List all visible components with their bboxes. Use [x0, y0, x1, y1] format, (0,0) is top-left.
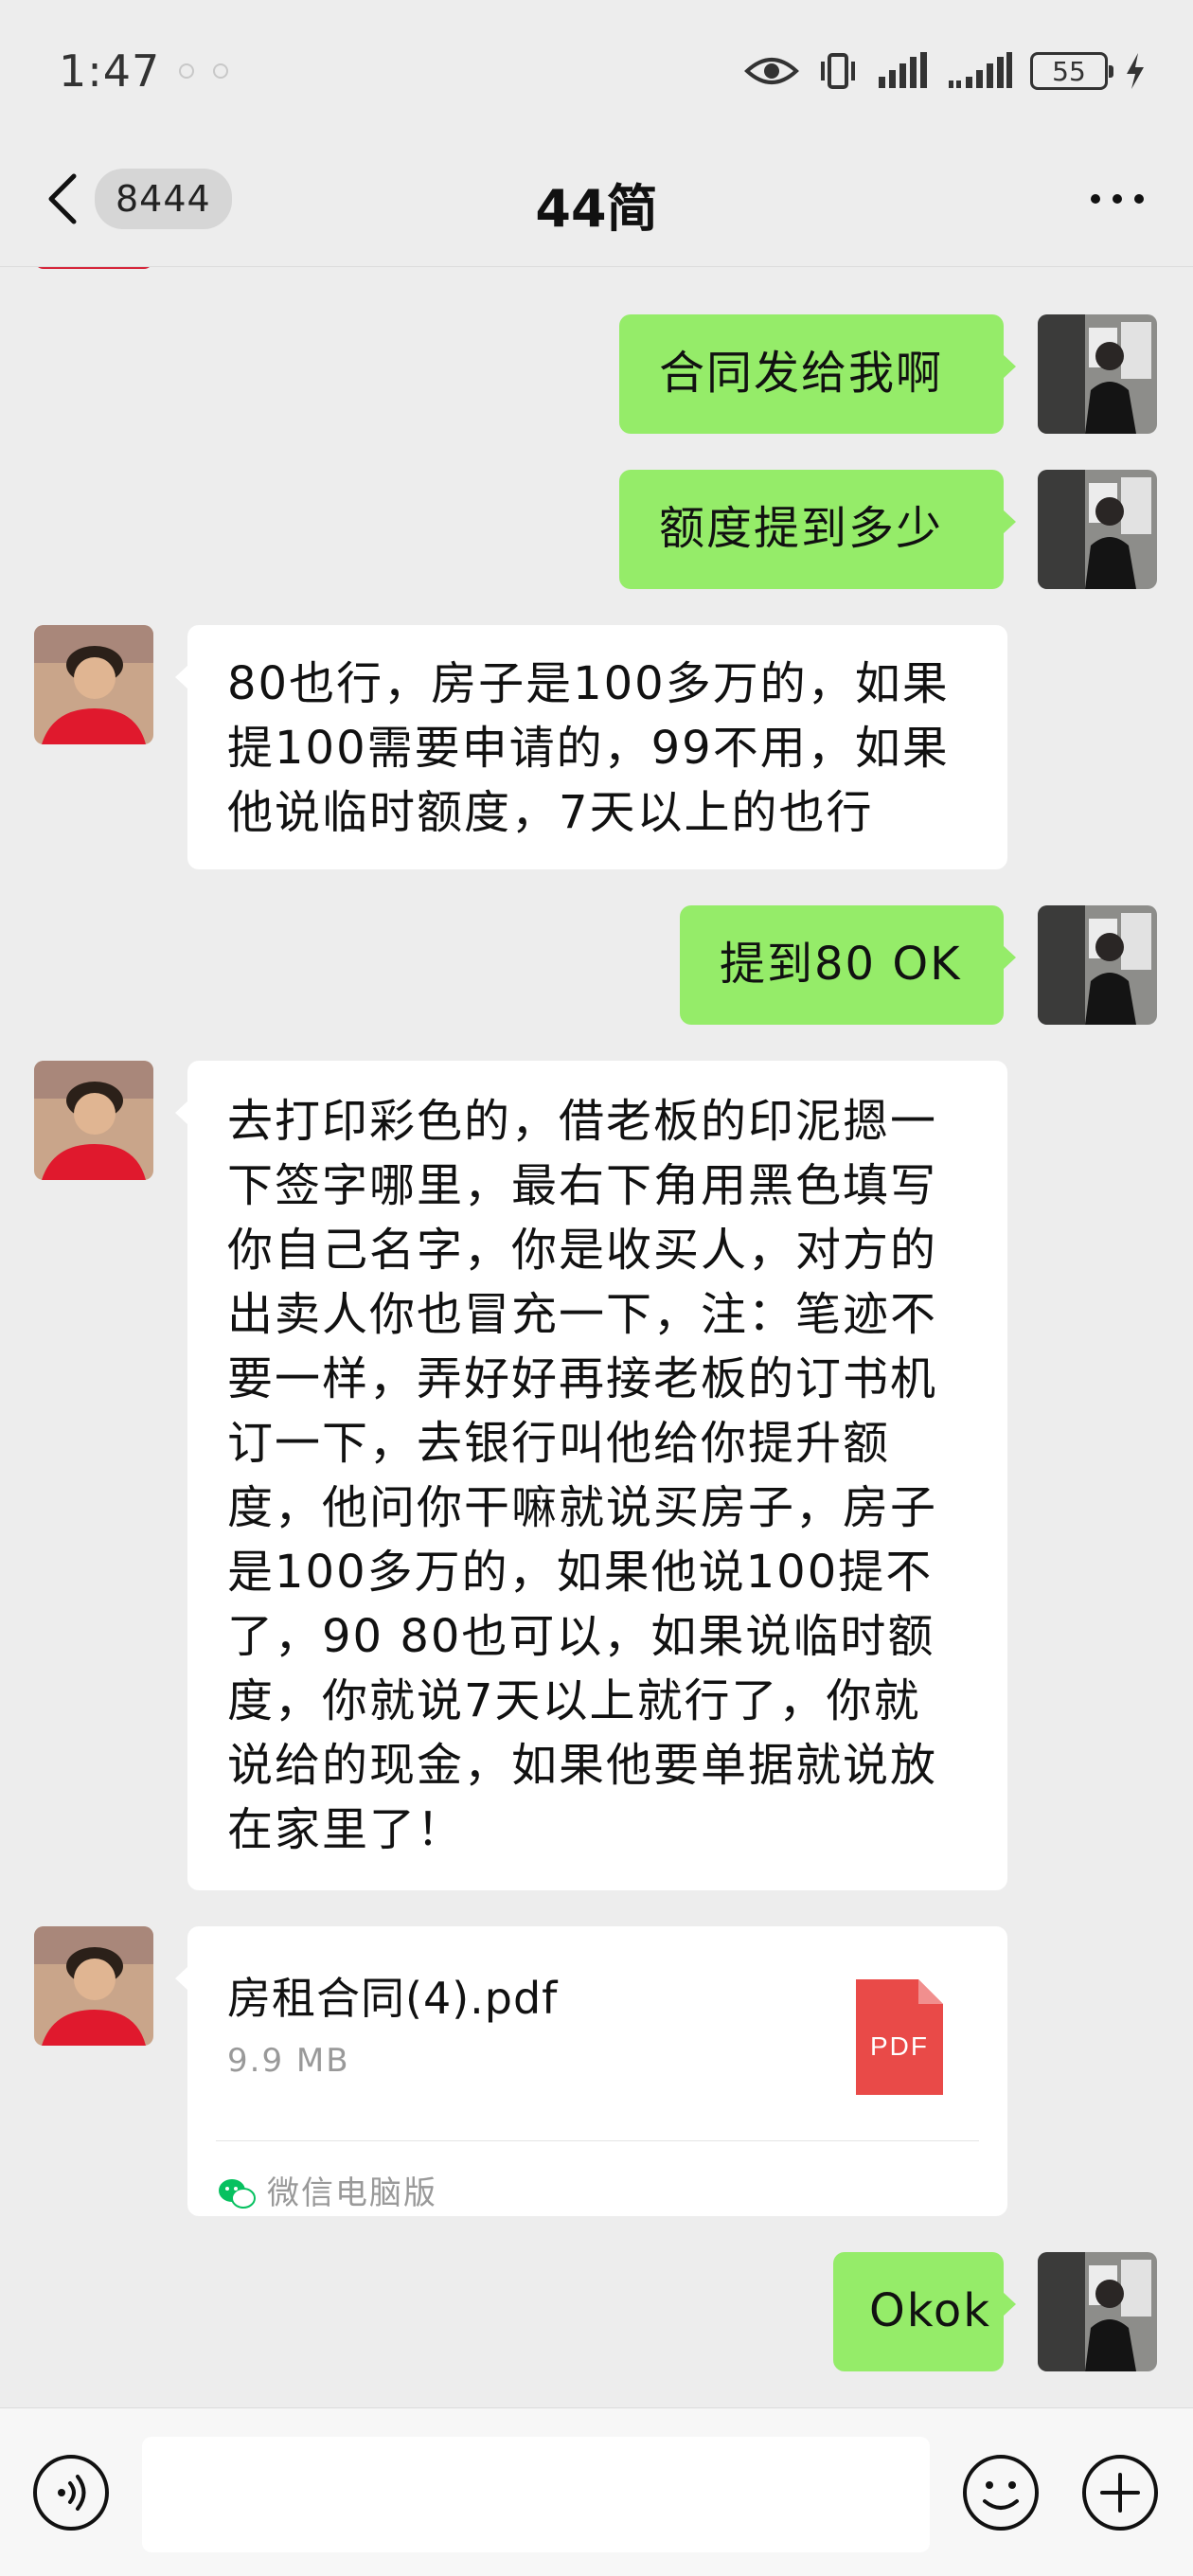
- message-line: 度，他问你干嘛就说买房子，房子: [227, 1481, 938, 1534]
- my-avatar[interactable]: [1038, 2252, 1157, 2371]
- chat-title: 44简: [535, 179, 658, 239]
- voice-icon: [33, 2455, 109, 2531]
- wechat-icon: [219, 2179, 256, 2209]
- message-line: 度，你就说7天以上就行了，你就: [227, 1674, 921, 1727]
- emoji-button[interactable]: [960, 2452, 1042, 2537]
- charging-icon: [1127, 53, 1144, 89]
- message-line: 去打印彩色的，借老板的印泥摁一: [227, 1095, 938, 1148]
- message-text: 额度提到多少: [659, 502, 944, 555]
- message-line: 他说临时额度，7天以上的也行: [227, 786, 874, 839]
- more-button[interactable]: [1089, 180, 1146, 222]
- chat-area[interactable]: 合同发给我啊 额度提到多少 80也行，房子是100多万的，如果 提100需要申请…: [0, 267, 1193, 2407]
- file-name: 房租合同(4).pdf: [227, 1973, 559, 2024]
- pdf-badge-text: PDF: [870, 2031, 929, 2061]
- contact-avatar[interactable]: [34, 625, 153, 744]
- message-line: 订一下，去银行叫他给你提升额: [227, 1417, 891, 1470]
- eye-icon: [744, 58, 799, 84]
- message-line: 要一样，弄好好再接老板的订书机: [227, 1352, 938, 1405]
- message-line: 是100多万的，如果他说100提不: [227, 1546, 934, 1599]
- battery-indicator: 55: [1030, 52, 1113, 90]
- message-line: 说给的现金，如果他要单据就说放: [227, 1739, 938, 1792]
- message-line: 了，90 80也可以，如果说临时额: [227, 1610, 935, 1663]
- message-line: 提100需要申请的，99不用，如果: [227, 722, 950, 775]
- status-bar: 1:47 55: [0, 0, 1193, 142]
- file-source: 微信电脑版: [218, 2161, 437, 2226]
- file-message-card[interactable]: 房租合同(4).pdf 9.9 MB PDF 微信电脑版: [175, 1926, 1007, 2216]
- file-card-divider: [216, 2140, 979, 2141]
- file-source-label: 微信电脑版: [267, 2174, 437, 2212]
- my-avatar[interactable]: [1038, 470, 1157, 589]
- signal-icon: [879, 52, 927, 88]
- back-button[interactable]: 8444: [44, 169, 232, 229]
- message-line: 你自己名字，你是收买人，对方的: [227, 1224, 938, 1277]
- message-input[interactable]: [142, 2437, 930, 2552]
- my-avatar[interactable]: [1038, 314, 1157, 434]
- back-arrow-icon: [48, 173, 77, 224]
- message-bubble[interactable]: 合同发给我啊: [619, 314, 1016, 434]
- signal-icon: [949, 52, 1012, 88]
- nav-bar: 8444 44简: [0, 142, 1193, 267]
- message-bubble[interactable]: 80也行，房子是100多万的，如果 提100需要申请的，99不用，如果 他说临时…: [175, 625, 1007, 869]
- message-text: 提到80 OK: [720, 938, 962, 991]
- message-line: 在家里了！: [227, 1803, 465, 1856]
- contact-avatar[interactable]: [34, 1926, 153, 2046]
- status-time: 1:47: [59, 45, 161, 97]
- message-text: Okok: [869, 2284, 992, 2337]
- message-line: 80也行，房子是100多万的，如果: [227, 657, 950, 710]
- emoji-icon: [963, 2455, 1039, 2531]
- more-icon: [1091, 194, 1144, 204]
- my-avatar[interactable]: [1038, 905, 1157, 1025]
- vibrate-icon: [821, 53, 855, 89]
- message-bubble[interactable]: Okok: [833, 2252, 1016, 2371]
- contact-avatar[interactable]: [34, 1061, 153, 1180]
- unread-count-badge: 8444: [95, 169, 232, 229]
- partial-avatar: [34, 267, 153, 269]
- pdf-icon: PDF: [856, 1979, 943, 2112]
- plus-icon: [1082, 2455, 1158, 2531]
- voice-button[interactable]: [30, 2452, 112, 2537]
- file-size: 9.9 MB: [227, 2042, 350, 2080]
- more-actions-button[interactable]: [1079, 2452, 1161, 2537]
- message-bubble[interactable]: 去打印彩色的，借老板的印泥摁一 下签字哪里，最右下角用黑色填写 你自己名字，你是…: [175, 1061, 1007, 1890]
- message-bubble[interactable]: 提到80 OK: [680, 905, 1016, 1025]
- message-bubble[interactable]: 额度提到多少: [619, 470, 1016, 589]
- message-line: 出卖人你也冒充一下，注：笔迹不: [227, 1288, 938, 1341]
- message-text: 合同发给我啊: [659, 347, 944, 400]
- message-line: 下签字哪里，最右下角用黑色填写: [227, 1159, 938, 1212]
- notification-dot-icon: [213, 63, 229, 79]
- notification-dot-icon: [179, 63, 195, 79]
- chat-screen: 1:47 55 8444 44简 合同发给我啊 额度提到多少 80也行，房子是1…: [0, 0, 1193, 2576]
- input-bar: [0, 2407, 1193, 2576]
